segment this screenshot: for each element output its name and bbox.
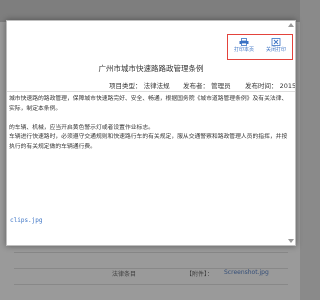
body-line: 实际，制定本条例。 <box>9 105 62 112</box>
background-row-file-link[interactable]: Screenshot.jpg <box>224 269 269 276</box>
print-page-label: 打印本页 <box>233 47 254 53</box>
meta-publisher: 发布者： 管理员 <box>183 82 231 90</box>
print-page-button[interactable]: 打印本页 <box>229 37 259 57</box>
scroll-down-arrow[interactable] <box>288 239 294 243</box>
body-line: 的车辆、机械，应当开启黄色警示灯或者设置作业标志。 <box>9 124 154 131</box>
background-row <box>14 284 288 299</box>
document-body: 城市快速路的路政管理，保障城市快速路完好、安全、畅通，根据国务院《城市道路管理条… <box>9 95 295 152</box>
close-print-button[interactable]: 关闭打印 <box>261 37 291 57</box>
print-toolbar: 打印本页 关闭打印 <box>227 34 293 60</box>
close-print-label: 关闭打印 <box>265 47 286 53</box>
attachment-link[interactable]: clips.jpg <box>10 217 43 224</box>
scroll-up-arrow[interactable] <box>288 23 294 27</box>
meta-publish-time: 发布时间： 2015- <box>245 82 296 90</box>
background-header <box>0 0 300 22</box>
background-row <box>14 252 288 267</box>
close-icon <box>271 38 281 46</box>
body-line <box>9 114 295 124</box>
printer-icon <box>239 38 249 46</box>
body-line: 城市快速路的路政管理，保障城市快速路完好、安全、畅通，根据国务院《城市道路管理条… <box>9 96 288 102</box>
meta-category: 项目类型： 法律法规 <box>109 82 170 90</box>
body-line: 执行的有关规定做的车辆通行费。 <box>9 143 96 150</box>
document-meta: 项目类型： 法律法规 发布者： 管理员 发布时间： 2015- <box>7 79 295 92</box>
body-line: 车辆进行快速路时，必须遵守交通规则和快速路行车的有关规定，服从交通警察和路政管理… <box>9 134 288 140</box>
print-preview-modal: 打印本页 关闭打印 广州市城市快速路路政管理条例 项目类型： 法律法规 发布者：… <box>6 20 296 246</box>
background-row-label: 法律条目 <box>112 271 137 278</box>
document-title: 广州市城市快速路路政管理条例 <box>98 64 204 73</box>
background-row-attachment: 【附件】： <box>186 271 214 278</box>
